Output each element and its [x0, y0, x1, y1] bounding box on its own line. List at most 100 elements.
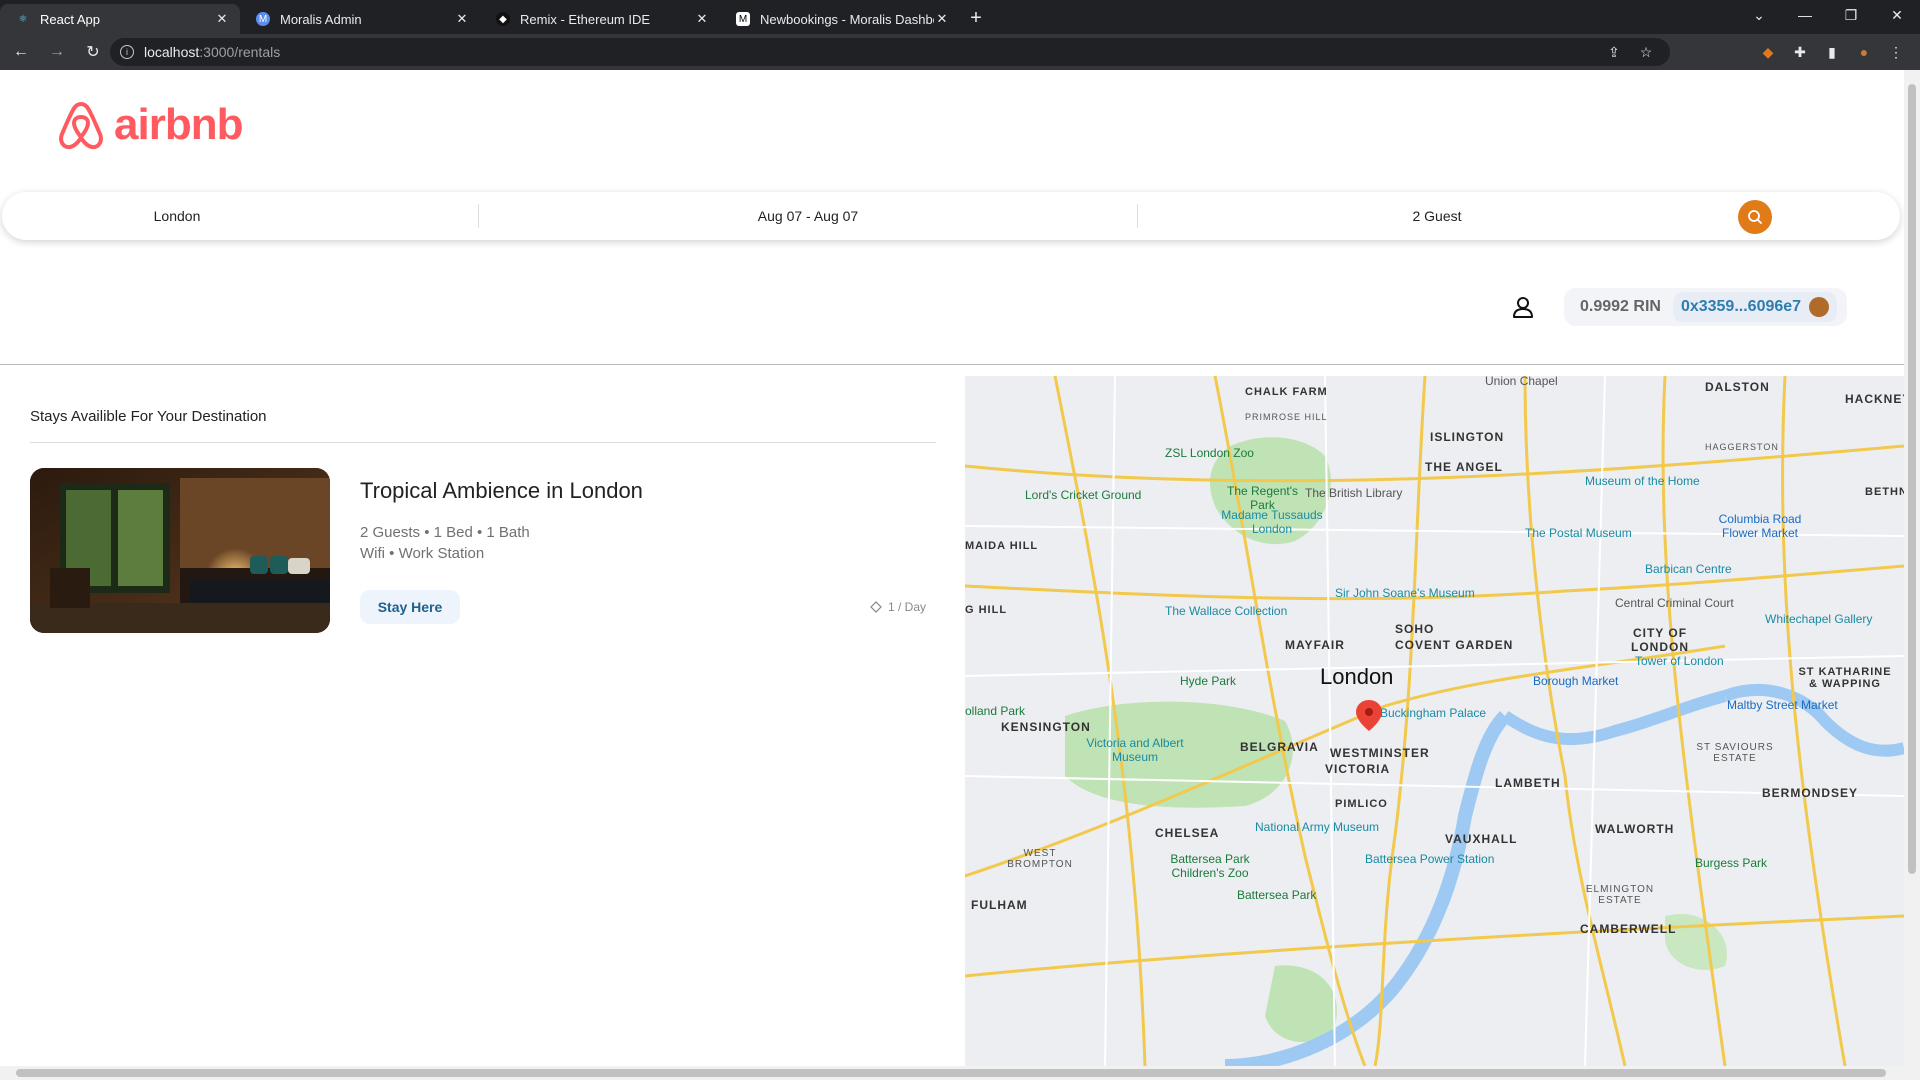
listing-details: 2 Guests • 1 Bed • 1 Bath	[360, 524, 530, 541]
map-label: DALSTON	[1705, 380, 1770, 394]
tab-remix[interactable]: ◆ Remix - Ethereum IDE ✕	[480, 4, 720, 34]
price-text: 1 / Day	[887, 600, 926, 614]
wallet-balance: 0.9992 RIN	[1580, 298, 1661, 315]
chevron-down-icon[interactable]: ⌄	[1736, 0, 1782, 30]
map-label: Whitechapel Gallery	[1765, 612, 1873, 626]
dates-value: Aug 07 - Aug 07	[757, 208, 859, 224]
map-canvas	[965, 376, 1904, 1066]
map-label: PIMLICO	[1335, 798, 1388, 810]
map-label: BELGRAVIA	[1240, 740, 1319, 754]
listing-price: 1 / Day	[870, 600, 926, 614]
map-label: National Army Museum	[1255, 820, 1380, 834]
menu-kebab-icon[interactable]: ⋮	[1880, 44, 1912, 61]
minimize-button[interactable]: —	[1782, 0, 1828, 30]
map-label: LAMBETH	[1495, 776, 1561, 790]
map-label: The Wallace Collection	[1165, 604, 1288, 618]
map-label: Battersea Park	[1237, 888, 1317, 902]
map-label: Union Chapel	[1485, 376, 1558, 388]
moralis-icon: M	[256, 12, 270, 26]
restore-button[interactable]: ❐	[1828, 0, 1874, 30]
map-label: Madame Tussauds London	[1221, 508, 1323, 536]
omnibox-actions: ⇪ ☆	[1598, 38, 1670, 66]
map-label: CAMBERWELL	[1580, 922, 1677, 936]
map-label: WALWORTH	[1595, 822, 1675, 836]
map-label: The Postal Museum	[1525, 526, 1632, 540]
metamask-fox-icon[interactable]: ◆	[1752, 44, 1784, 61]
map-label: KENSINGTON	[1001, 720, 1091, 734]
guests-value: 2 Guest	[1412, 208, 1462, 224]
moralis-dashboard-icon: M	[736, 12, 750, 26]
window-controls: ⌄ — ❐ ✕	[1736, 0, 1920, 30]
map-label: Sir John Soane's Museum	[1335, 586, 1475, 600]
scrollbar-thumb[interactable]	[16, 1069, 1886, 1077]
wallet-address-text: 0x3359...6096e7	[1680, 298, 1802, 315]
map-label: WEST BROMPTON	[1007, 848, 1073, 870]
map-label: HAGGERSTON	[1705, 442, 1779, 452]
listing-title[interactable]: Tropical Ambience in London	[360, 478, 643, 504]
tab-newbookings[interactable]: M Newbookings - Moralis Dashboa ✕	[720, 4, 960, 34]
map-label: BETHN	[1865, 486, 1904, 498]
tab-moralis-admin[interactable]: M Moralis Admin ✕	[240, 4, 480, 34]
react-icon: ⚛	[18, 13, 28, 25]
close-icon[interactable]: ✕	[934, 11, 950, 27]
search-button[interactable]	[1738, 200, 1772, 234]
map-label: Museum of the Home	[1585, 474, 1700, 488]
header-divider	[0, 364, 1904, 365]
location-field[interactable]: London	[2, 192, 352, 240]
map-label: Battersea Power Station	[1365, 852, 1495, 866]
close-icon[interactable]: ✕	[214, 11, 230, 27]
map-label: Hyde Park	[1180, 674, 1237, 688]
airbnb-logo[interactable]: airbnb	[58, 100, 243, 150]
map[interactable]: London ISLINGTON THE ANGEL DALSTON HACKN…	[965, 376, 1904, 1066]
map-label: CHALK FARM	[1245, 386, 1328, 398]
map-label: BERMONDSEY	[1762, 786, 1859, 800]
browser-tab-bar: ⚛ React App ✕ M Moralis Admin ✕ ◆ Remix …	[0, 0, 1920, 34]
account-bar: 0.9992 RIN 0x3359...6096e7	[1510, 288, 1848, 326]
map-label: Columbia Road Flower Market	[1718, 512, 1802, 540]
horizontal-scrollbar[interactable]	[0, 1066, 1920, 1080]
map-label: MAYFAIR	[1285, 638, 1345, 652]
wallet-connect-button[interactable]: 0.9992 RIN 0x3359...6096e7	[1564, 288, 1848, 326]
profile-avatar-icon[interactable]: ●	[1848, 44, 1880, 60]
user-icon[interactable]	[1510, 294, 1536, 320]
map-label: PRIMROSE HILL	[1245, 412, 1328, 422]
back-button[interactable]: ←	[6, 43, 36, 61]
map-label: THE ANGEL	[1425, 460, 1503, 474]
side-panel-icon[interactable]: ▮	[1816, 44, 1848, 61]
map-label: Tower of London	[1635, 654, 1724, 668]
share-icon[interactable]: ⇪	[1598, 44, 1630, 61]
wallet-avatar-icon	[1809, 297, 1830, 317]
map-label: Barbican Centre	[1645, 562, 1732, 576]
address-bar[interactable]: i localhost:3000/rentals ⇪ ☆	[110, 38, 1670, 66]
map-label-london: London	[1320, 664, 1394, 689]
results-heading: Stays Availible For Your Destination	[30, 408, 267, 425]
extensions-puzzle-icon[interactable]: ✚	[1784, 44, 1816, 61]
currency-icon	[870, 601, 882, 613]
map-label: WESTMINSTER	[1330, 746, 1430, 760]
bookmark-star-icon[interactable]: ☆	[1630, 44, 1662, 61]
tab-react-app[interactable]: ⚛ React App ✕	[0, 4, 240, 34]
vertical-scrollbar[interactable]	[1904, 70, 1920, 1066]
tab-title: Remix - Ethereum IDE	[520, 11, 651, 27]
map-label: Lord's Cricket Ground	[1025, 488, 1142, 502]
close-icon[interactable]: ✕	[694, 11, 710, 27]
extensions-area: ◆ ✚ ▮ ● ⋮	[1752, 34, 1912, 70]
url-text[interactable]: localhost:3000/rentals	[144, 44, 280, 60]
scrollbar-thumb[interactable]	[1908, 84, 1916, 874]
map-label: Borough Market	[1533, 674, 1619, 688]
forward-button[interactable]: →	[42, 43, 72, 61]
map-label: VAUXHALL	[1445, 832, 1518, 846]
close-icon[interactable]: ✕	[454, 11, 470, 27]
map-label: Battersea Park Children's Zoo	[1170, 852, 1250, 880]
map-label: Central Criminal Court	[1615, 596, 1734, 610]
dates-field[interactable]: Aug 07 - Aug 07	[478, 192, 1138, 240]
map-label: ELMINGTON ESTATE	[1585, 884, 1655, 906]
listing-photo[interactable]	[30, 468, 330, 633]
reload-button[interactable]: ↻	[78, 42, 108, 62]
stay-here-button[interactable]: Stay Here	[360, 590, 460, 624]
close-window-button[interactable]: ✕	[1874, 0, 1920, 30]
results-divider	[30, 442, 936, 443]
guests-field[interactable]: 2 Guest	[1137, 192, 1737, 240]
info-icon[interactable]: i	[120, 45, 134, 59]
new-tab-button[interactable]: +	[960, 7, 992, 30]
